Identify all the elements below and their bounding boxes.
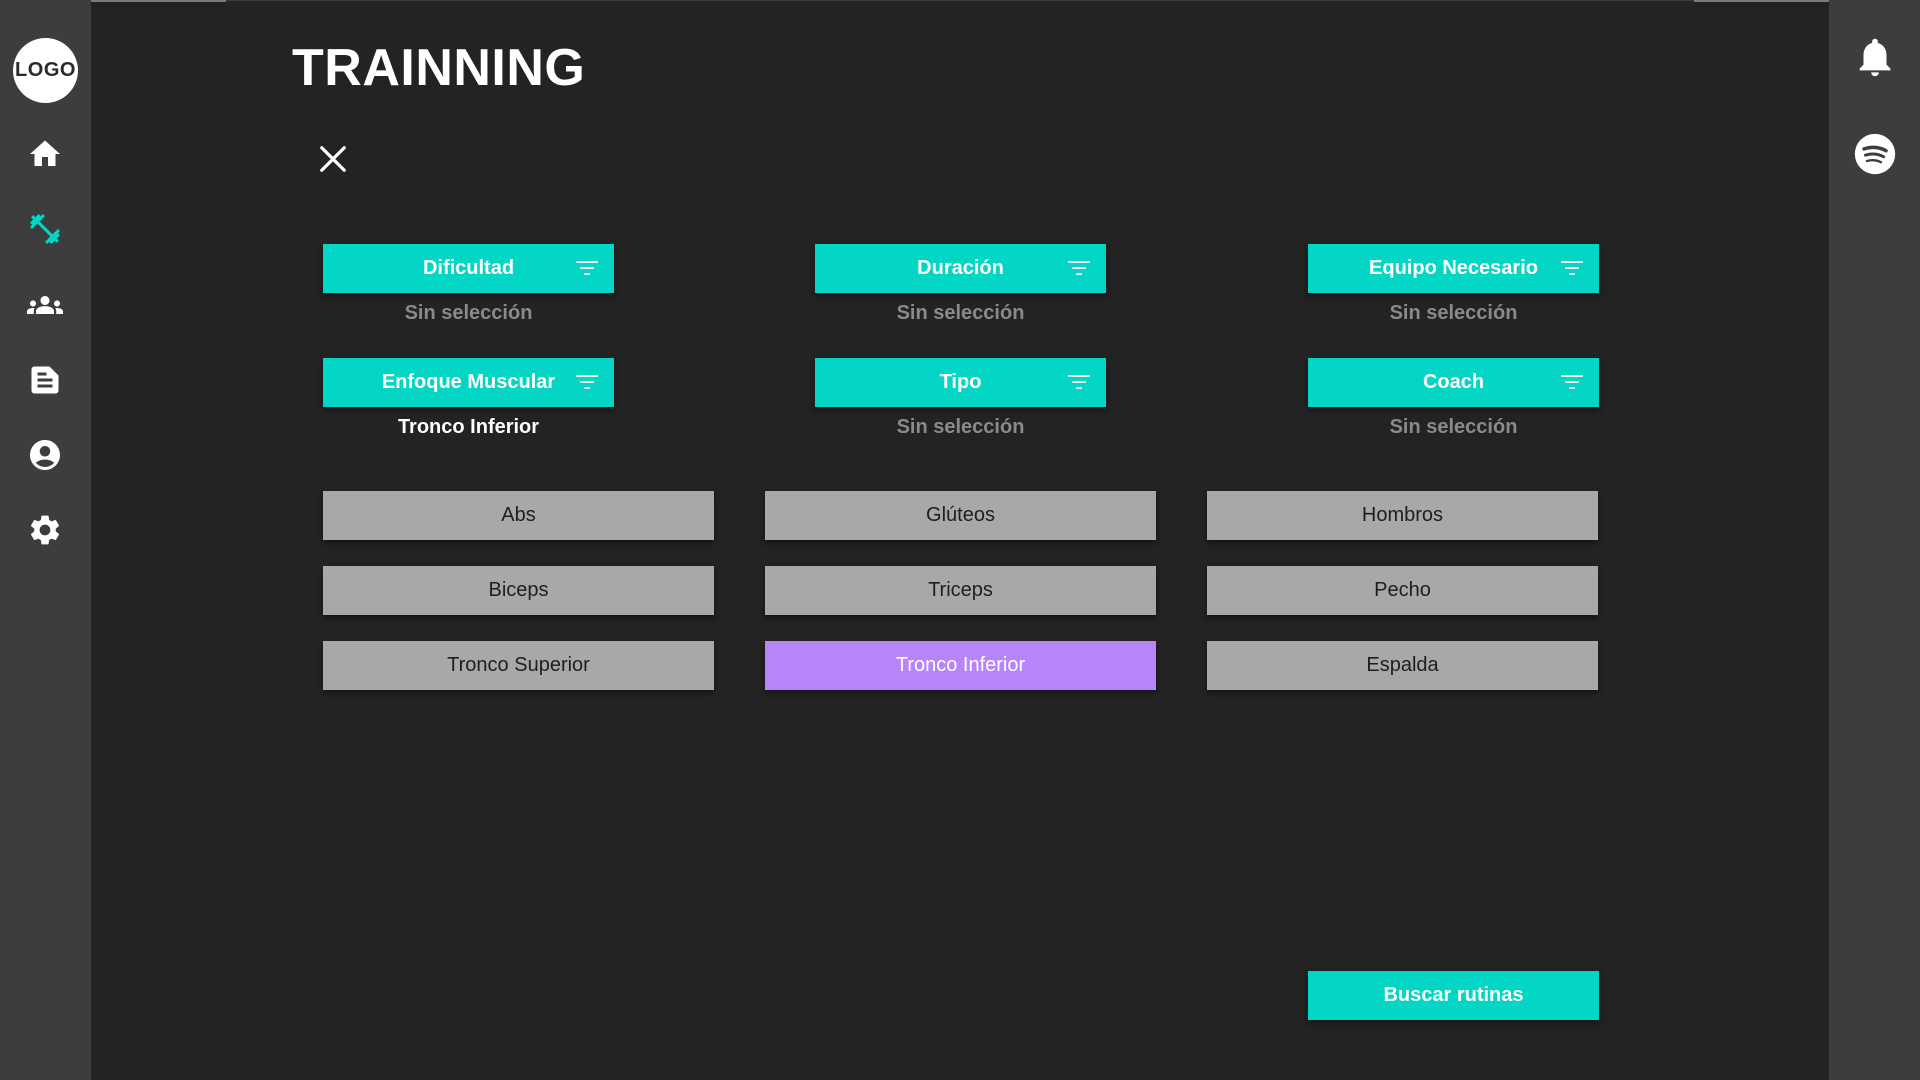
filter-icon xyxy=(1561,261,1583,275)
option-abs[interactable]: Abs xyxy=(323,491,714,540)
filter-tipo-button[interactable]: Tipo xyxy=(815,358,1106,407)
filter-label: Coach xyxy=(1422,371,1485,393)
top-divider-right xyxy=(1694,0,1829,2)
option-triceps[interactable]: Triceps xyxy=(765,566,1156,615)
filter-equipo-button[interactable]: Equipo Necesario xyxy=(1308,244,1599,293)
home-icon xyxy=(30,140,60,166)
option-hombros[interactable]: Hombros xyxy=(1207,491,1598,540)
filter-label: Enfoque Muscular xyxy=(381,371,556,393)
sidebar-item-home[interactable] xyxy=(25,134,65,174)
filter-icon xyxy=(1068,375,1090,389)
filter-enfoque-value: Tronco Inferior xyxy=(397,416,540,438)
filter-equipo-value: Sin selección xyxy=(1389,302,1518,324)
spotify-button[interactable] xyxy=(1852,131,1898,177)
filter-label: Tipo xyxy=(939,371,982,393)
filter-enfoque-button[interactable]: Enfoque Muscular xyxy=(323,358,614,407)
document-icon xyxy=(31,366,59,394)
bell-icon xyxy=(1859,38,1891,77)
filter-tipo-value: Sin selección xyxy=(896,416,1025,438)
sidebar-item-settings[interactable] xyxy=(25,510,65,550)
filter-dificultad-button[interactable]: Dificultad xyxy=(323,244,614,293)
gear-icon xyxy=(30,515,60,545)
top-divider xyxy=(91,0,1829,1)
sidebar-item-community[interactable] xyxy=(25,285,65,325)
filter-icon xyxy=(576,261,598,275)
logo: LOGO xyxy=(13,38,78,103)
left-sidebar: LOGO xyxy=(0,0,91,1080)
option-pecho[interactable]: Pecho xyxy=(1207,566,1598,615)
right-sidebar xyxy=(1829,0,1920,1080)
option-gluteos[interactable]: Glúteos xyxy=(765,491,1156,540)
dumbbell-icon xyxy=(30,214,60,244)
filter-duracion-button[interactable]: Duración xyxy=(815,244,1106,293)
search-routines-button[interactable]: Buscar rutinas xyxy=(1308,971,1599,1020)
sidebar-item-notes[interactable] xyxy=(25,360,65,400)
top-divider-left xyxy=(91,0,226,2)
filter-icon xyxy=(1561,375,1583,389)
close-icon xyxy=(320,146,346,172)
option-tronco-inferior[interactable]: Tronco Inferior xyxy=(765,641,1156,690)
page-title: TRAINNING xyxy=(292,39,586,97)
filter-icon xyxy=(576,375,598,389)
filter-duracion-value: Sin selección xyxy=(896,302,1025,324)
filter-coach-value: Sin selección xyxy=(1389,416,1518,438)
close-button[interactable] xyxy=(314,140,352,178)
notifications-button[interactable] xyxy=(1852,34,1898,80)
user-circle-icon xyxy=(30,440,60,470)
filter-label: Equipo Necesario xyxy=(1369,257,1538,279)
filter-icon xyxy=(1068,261,1090,275)
filter-label: Dificultad xyxy=(422,257,515,279)
group-icon xyxy=(27,296,63,314)
filter-dificultad-value: Sin selección xyxy=(404,302,533,324)
option-espalda[interactable]: Espalda xyxy=(1207,641,1598,690)
spotify-icon xyxy=(1854,133,1896,175)
sidebar-item-training[interactable] xyxy=(25,209,65,249)
option-tronco-superior[interactable]: Tronco Superior xyxy=(323,641,714,690)
filter-coach-button[interactable]: Coach xyxy=(1308,358,1599,407)
option-biceps[interactable]: Biceps xyxy=(323,566,714,615)
sidebar-item-profile[interactable] xyxy=(25,435,65,475)
filter-label: Duración xyxy=(917,257,1004,279)
